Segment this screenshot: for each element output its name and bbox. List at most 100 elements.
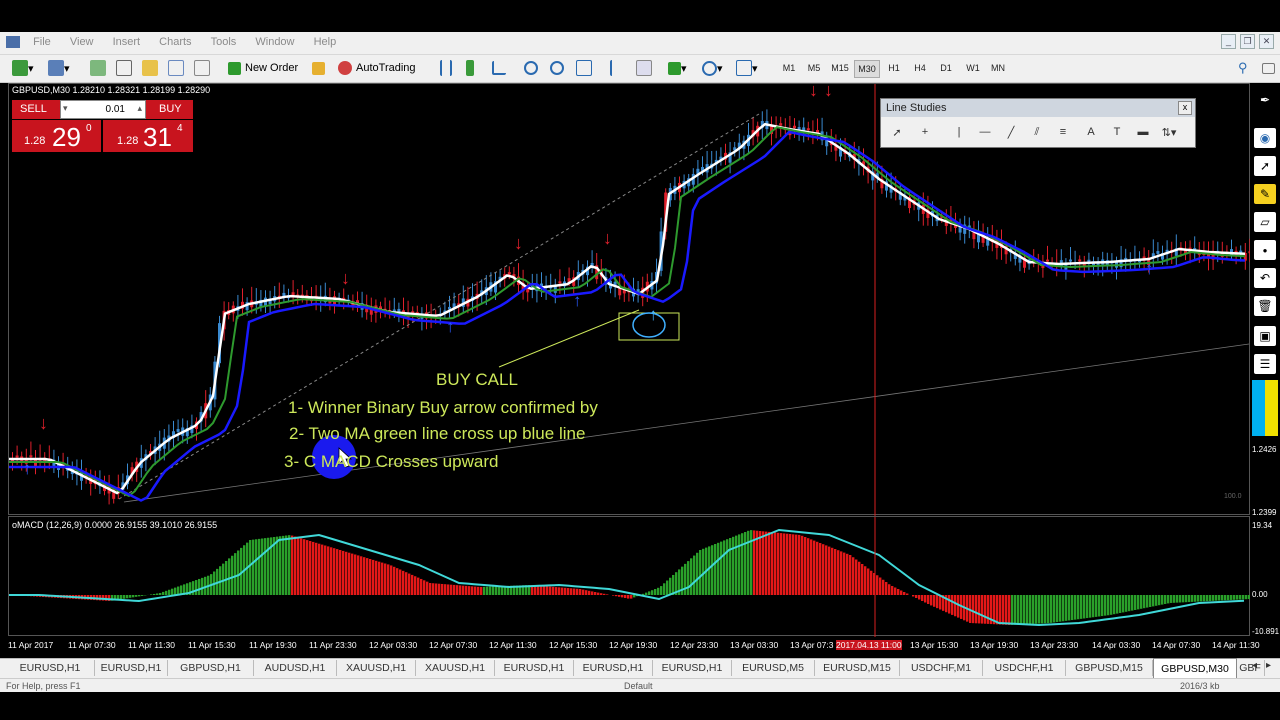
- color-palette[interactable]: [1252, 380, 1278, 436]
- market-watch-icon[interactable]: [90, 59, 106, 77]
- timeframe-mn[interactable]: MN: [987, 60, 1009, 76]
- chart-tab[interactable]: GBPUSD,M15: [1066, 660, 1153, 676]
- chart-tab[interactable]: USDCHF,M1: [900, 660, 983, 676]
- macd-panel[interactable]: [8, 516, 1251, 637]
- zoom-in-icon[interactable]: [524, 59, 538, 77]
- highlighter-icon[interactable]: ✎: [1254, 184, 1276, 204]
- timeframe-m15[interactable]: M15: [828, 60, 852, 76]
- strategy-tester-icon[interactable]: [194, 59, 210, 77]
- menu-file[interactable]: File: [25, 32, 59, 48]
- menu-view[interactable]: View: [62, 32, 102, 48]
- text-label-icon[interactable]: T: [1109, 124, 1125, 140]
- lot-decrease-icon[interactable]: ▾: [63, 103, 68, 114]
- buy-button[interactable]: BUY: [146, 100, 193, 119]
- menu-insert[interactable]: Insert: [105, 32, 149, 48]
- timeframe-w1[interactable]: W1: [962, 60, 984, 76]
- trendline-icon[interactable]: ╱: [1003, 124, 1019, 140]
- line-studies-toolbar[interactable]: Line Studies x ➚ + | — ╱ ⫽ ≡ A T ▬ ⇅▾: [880, 98, 1196, 148]
- line-studies-close-button[interactable]: x: [1178, 101, 1192, 115]
- zoom-out-icon[interactable]: [550, 59, 564, 77]
- search-icon[interactable]: ⚲: [1238, 59, 1248, 77]
- lot-size-input[interactable]: ▾ 0.01 ▴: [60, 100, 146, 119]
- fibonacci-icon[interactable]: ≡: [1055, 124, 1071, 140]
- chart-tab[interactable]: XAUUSD,H1: [337, 660, 416, 676]
- crosshair-icon[interactable]: +: [917, 124, 933, 140]
- metaeditor-icon[interactable]: [312, 59, 325, 77]
- timeframe-m1[interactable]: M1: [778, 60, 800, 76]
- label-icon[interactable]: ▬: [1135, 124, 1151, 140]
- autotrading-button[interactable]: AutoTrading: [338, 59, 416, 77]
- tabs-scroll-left-icon[interactable]: ◂: [1252, 660, 1257, 671]
- macd-bar: [1032, 595, 1035, 624]
- time-label: 11 Apr 15:30: [188, 640, 236, 650]
- cursor-icon[interactable]: ➚: [889, 124, 905, 140]
- new-chart-icon[interactable]: ▾: [12, 59, 34, 77]
- trash-icon[interactable]: 🗑: [1254, 296, 1276, 316]
- chart-tab[interactable]: EURUSD,H1: [95, 660, 168, 676]
- eye-icon[interactable]: ◉: [1254, 128, 1276, 148]
- new-order-button[interactable]: New Order: [228, 59, 298, 77]
- chart-tab[interactable]: EURUSD,M15: [815, 660, 900, 676]
- data-window-icon[interactable]: [116, 59, 132, 77]
- autoscroll-icon[interactable]: [636, 59, 652, 77]
- chart-tab[interactable]: GBPUSD,M30: [1153, 658, 1237, 678]
- timeframe-h1[interactable]: H1: [883, 60, 905, 76]
- candlestick-icon[interactable]: [466, 59, 474, 77]
- terminal-icon[interactable]: [168, 59, 184, 77]
- close-icon[interactable]: ✕: [1259, 34, 1274, 49]
- chart-shift-icon[interactable]: [610, 59, 622, 77]
- macd-bar: [717, 542, 720, 595]
- vertical-line-icon[interactable]: |: [951, 124, 967, 140]
- menu-window[interactable]: Window: [247, 32, 302, 48]
- lot-increase-icon[interactable]: ▴: [137, 103, 142, 114]
- tabs-scroll-right-icon[interactable]: ▸: [1266, 660, 1271, 671]
- timeframe-h4[interactable]: H4: [909, 60, 931, 76]
- macd-bar: [459, 585, 462, 595]
- camera-icon[interactable]: ▣: [1254, 326, 1276, 346]
- dot-size-icon[interactable]: ●: [1254, 240, 1276, 260]
- buy-price-box[interactable]: 1.28 31 4: [103, 120, 193, 152]
- sell-price-box[interactable]: 1.28 29 0: [12, 120, 101, 152]
- eraser-icon[interactable]: ▱: [1254, 212, 1276, 232]
- chart-tab[interactable]: XAUUSD,H1: [416, 660, 495, 676]
- undo-icon[interactable]: ↶: [1254, 268, 1276, 288]
- tile-windows-icon[interactable]: [576, 59, 592, 77]
- chart-tab[interactable]: EURUSD,H1: [653, 660, 732, 676]
- pointer-icon[interactable]: ➚: [1254, 156, 1276, 176]
- menu-charts[interactable]: Charts: [151, 32, 199, 48]
- bar-chart-icon[interactable]: [440, 59, 452, 77]
- restore-icon[interactable]: ❐: [1240, 34, 1255, 49]
- chart-tab[interactable]: USDCHF,H1: [983, 660, 1066, 676]
- menu-help[interactable]: Help: [306, 32, 345, 48]
- chart-tab[interactable]: EURUSD,H1: [495, 660, 574, 676]
- sell-button[interactable]: SELL: [12, 100, 60, 119]
- navigator-icon[interactable]: [142, 59, 158, 77]
- indicators-icon[interactable]: ▾: [668, 59, 687, 77]
- macd-bar: [633, 595, 636, 598]
- chart-tab[interactable]: EURUSD,M5: [732, 660, 815, 676]
- horizontal-line-icon[interactable]: —: [977, 124, 993, 140]
- line-chart-icon[interactable]: [492, 59, 506, 77]
- chat-icon[interactable]: [1262, 59, 1275, 77]
- menu-tools[interactable]: Tools: [203, 32, 245, 48]
- chart-tab[interactable]: AUDUSD,H1: [254, 660, 337, 676]
- minimize-icon[interactable]: _: [1221, 34, 1236, 49]
- chart-tab[interactable]: GBPUSD,H1: [168, 660, 254, 676]
- timeframe-m30[interactable]: M30: [854, 60, 880, 78]
- periods-icon[interactable]: ▾: [702, 59, 723, 77]
- chart-tab[interactable]: GBF: [1236, 660, 1265, 676]
- profiles-icon[interactable]: ▾: [48, 59, 70, 77]
- bottom-black-bar: [0, 692, 1280, 720]
- timeframe-d1[interactable]: D1: [935, 60, 957, 76]
- templates-icon[interactable]: ▾: [736, 59, 758, 77]
- notes-icon[interactable]: ☰: [1254, 354, 1276, 374]
- macd-bar: [441, 583, 444, 595]
- arrows-icon[interactable]: ⇅▾: [1161, 124, 1177, 140]
- chart-tab[interactable]: EURUSD,H1: [574, 660, 653, 676]
- status-profile: Default: [624, 681, 653, 691]
- text-icon[interactable]: A: [1083, 124, 1099, 140]
- timeframe-m5[interactable]: M5: [803, 60, 825, 76]
- chart-tab[interactable]: EURUSD,H1: [6, 660, 95, 676]
- equidistant-channel-icon[interactable]: ⫽: [1029, 124, 1045, 140]
- pen-icon[interactable]: ✒: [1254, 90, 1276, 110]
